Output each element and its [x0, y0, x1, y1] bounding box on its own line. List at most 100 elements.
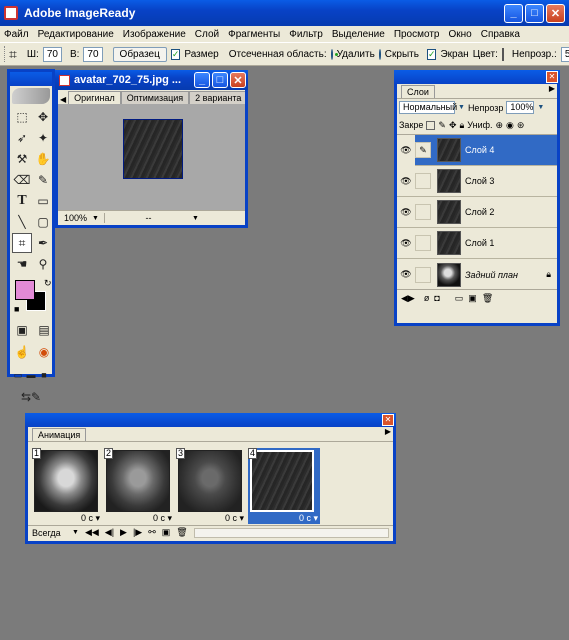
- duplicate-frame-icon[interactable]: ▣: [162, 527, 171, 538]
- lasso-icon[interactable]: ➶: [12, 128, 32, 148]
- foreground-color[interactable]: [15, 280, 35, 300]
- tab-scroll-left-icon[interactable]: ◀: [58, 95, 68, 104]
- layer-opacity-field[interactable]: 100%: [506, 101, 535, 114]
- sample-button[interactable]: Образец: [112, 46, 167, 62]
- magic-wand-icon[interactable]: ✦: [33, 128, 53, 148]
- feather-icon[interactable]: [12, 88, 50, 104]
- delete-frame-icon[interactable]: 🗑︎: [176, 527, 187, 538]
- play-icon[interactable]: ▶: [120, 527, 127, 538]
- blend-dropdown-icon[interactable]: ▼: [458, 104, 465, 111]
- layer-row[interactable]: 👁︎ Слой 1: [397, 228, 557, 259]
- next-frame-icon[interactable]: |▶: [133, 527, 142, 538]
- unify-visibility-icon[interactable]: ◉: [506, 120, 514, 131]
- width-field[interactable]: 70: [42, 46, 62, 62]
- animation-frame[interactable]: 2 0 с ▾: [104, 448, 174, 524]
- menu-layer[interactable]: Слой: [195, 29, 219, 40]
- menu-select[interactable]: Выделение: [332, 29, 385, 40]
- opacity-dropdown-icon[interactable]: ▼: [537, 104, 544, 111]
- zoom-icon[interactable]: ⚲: [33, 254, 53, 274]
- text-icon[interactable]: T: [12, 191, 32, 211]
- layer-row[interactable]: 👁︎ Задний план 🔒︎: [397, 259, 557, 289]
- menu-help[interactable]: Справка: [481, 29, 520, 40]
- tab-original[interactable]: Оригинал: [68, 91, 121, 104]
- new-set-icon[interactable]: ▭: [455, 293, 464, 304]
- animation-frame[interactable]: 3 0 с ▾: [176, 448, 246, 524]
- unify-style-icon[interactable]: ⊛: [517, 120, 525, 131]
- lock-transparency-icon[interactable]: [426, 120, 436, 130]
- layer-name[interactable]: Слой 1: [465, 238, 494, 248]
- animation-frame[interactable]: 1 0 с ▾: [32, 448, 102, 524]
- menu-slices[interactable]: Фрагменты: [228, 29, 280, 40]
- line-icon[interactable]: ╲: [12, 212, 32, 232]
- hide-radio[interactable]: [378, 48, 381, 60]
- menu-image[interactable]: Изображение: [123, 29, 186, 40]
- crop-tool-icon[interactable]: ⌗: [12, 233, 32, 253]
- loop-dropdown-icon[interactable]: ▼: [72, 529, 79, 536]
- move-icon[interactable]: ✥: [33, 107, 53, 127]
- animation-close-icon[interactable]: ✕: [382, 414, 394, 426]
- brush-link-icon[interactable]: ✎: [415, 142, 431, 158]
- preview-in-browser-icon[interactable]: ◉: [34, 342, 54, 362]
- link-cell[interactable]: [415, 173, 431, 189]
- eye-icon[interactable]: 👁︎: [397, 135, 415, 166]
- zoom-value[interactable]: 100%: [58, 213, 92, 223]
- size-checkbox[interactable]: ✓: [170, 48, 181, 60]
- close-button[interactable]: ✕: [546, 3, 565, 23]
- animation-menu-icon[interactable]: ▶: [385, 427, 391, 436]
- add-mask-icon[interactable]: ◘: [434, 293, 439, 303]
- layers-close-icon[interactable]: ✕: [546, 71, 558, 83]
- link-cell[interactable]: [415, 235, 431, 251]
- layer-name[interactable]: Слой 3: [465, 176, 494, 186]
- rollover-preview-icon[interactable]: ☝: [12, 342, 32, 362]
- hand-icon[interactable]: ☚: [12, 254, 32, 274]
- default-colors-icon[interactable]: ■: [14, 304, 19, 314]
- height-field[interactable]: 70: [83, 46, 103, 62]
- marquee-icon[interactable]: ⬚: [12, 107, 32, 127]
- menu-file[interactable]: Файл: [4, 29, 29, 40]
- tween-icon[interactable]: ⚯: [148, 527, 156, 538]
- doc-minimize-button[interactable]: _: [194, 72, 210, 88]
- eraser-icon[interactable]: ⌫: [12, 170, 32, 190]
- add-style-icon[interactable]: ø: [424, 293, 430, 303]
- status-value[interactable]: --: [104, 213, 192, 223]
- tab-2-up[interactable]: 2 варианта: [189, 91, 245, 104]
- layer-name[interactable]: Задний план: [465, 270, 518, 280]
- slice-visibility-icon[interactable]: ▤: [34, 320, 54, 340]
- frame-delay[interactable]: 0 с ▾: [153, 513, 172, 524]
- imagemap-hide-icon[interactable]: ▣: [12, 320, 32, 340]
- frame-delay[interactable]: 0 с ▾: [81, 513, 100, 524]
- link-cell[interactable]: [415, 204, 431, 220]
- frame-delay[interactable]: 0 с ▾: [299, 513, 318, 524]
- menu-edit[interactable]: Редактирование: [38, 29, 114, 40]
- prev-layer-icon[interactable]: ◀▶: [401, 293, 415, 304]
- standard-screen-icon[interactable]: ▭: [12, 365, 24, 385]
- layers-menu-icon[interactable]: ▶: [549, 84, 555, 93]
- first-frame-icon[interactable]: ◀◀: [85, 527, 99, 538]
- menu-window[interactable]: Окно: [448, 29, 471, 40]
- tab-animation[interactable]: Анимация: [32, 428, 87, 441]
- shape-icon[interactable]: ▢: [33, 212, 53, 232]
- layer-row[interactable]: 👁︎ Слой 2: [397, 197, 557, 228]
- delete-radio[interactable]: [330, 48, 338, 60]
- prev-frame-icon[interactable]: ◀|: [105, 527, 114, 538]
- minimize-button[interactable]: _: [504, 3, 523, 23]
- tab-layers[interactable]: Слои: [401, 85, 435, 98]
- unify-position-icon[interactable]: ⊕: [496, 120, 504, 131]
- layer-row[interactable]: 👁︎ ✎ Слой 4: [397, 135, 557, 166]
- status-dropdown-icon[interactable]: ▼: [192, 215, 199, 222]
- eye-icon[interactable]: 👁︎: [397, 269, 415, 280]
- full-screen-icon[interactable]: ■: [38, 365, 50, 385]
- stamp-icon[interactable]: ⚒: [12, 149, 32, 169]
- eye-icon[interactable]: 👁︎: [397, 238, 415, 249]
- blend-mode-select[interactable]: Нормальный: [399, 101, 457, 114]
- lock-all-icon[interactable]: 🔒︎: [459, 120, 464, 131]
- layer-name[interactable]: Слой 2: [465, 207, 494, 217]
- eyedropper-icon[interactable]: ✒: [33, 233, 53, 253]
- screen-checkbox[interactable]: ✓: [426, 48, 437, 60]
- loop-select[interactable]: Всегда: [32, 528, 66, 538]
- menu-view[interactable]: Просмотр: [394, 29, 440, 40]
- swap-colors-icon[interactable]: ↻: [44, 278, 52, 289]
- color-picker[interactable]: ↻ ■: [12, 278, 52, 318]
- color-swatch[interactable]: [501, 47, 504, 61]
- menu-filter[interactable]: Фильтр: [289, 29, 323, 40]
